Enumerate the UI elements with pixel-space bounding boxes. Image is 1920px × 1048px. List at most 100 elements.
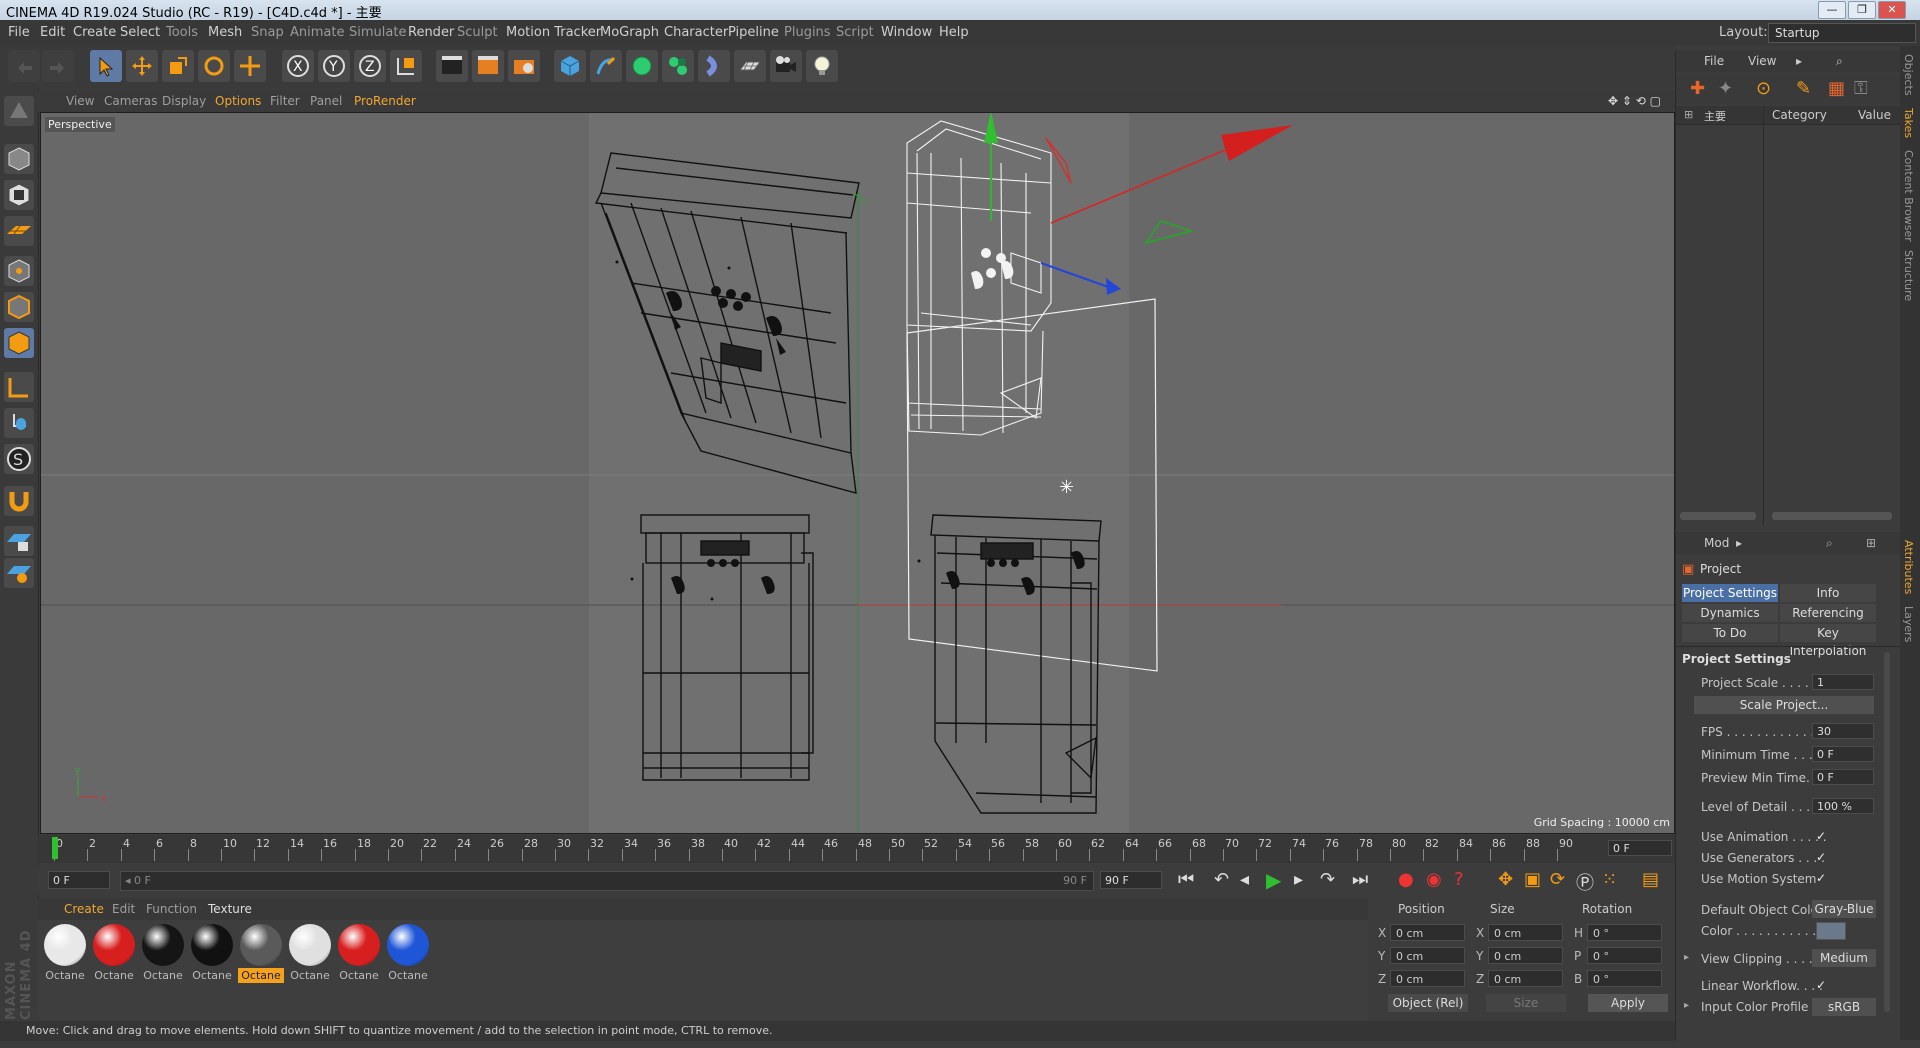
material-name[interactable]: Octane	[189, 968, 235, 983]
live-select-icon[interactable]	[90, 50, 122, 82]
take-clone-icon[interactable]: ✦	[1718, 78, 1733, 99]
take-add-icon[interactable]: ✚	[1690, 78, 1705, 99]
material-preview-sphere[interactable]	[338, 924, 380, 966]
floor-icon[interactable]	[734, 50, 766, 82]
preview-min-time-field[interactable]: 0 F	[1812, 769, 1874, 785]
material-preview-sphere[interactable]	[44, 924, 86, 966]
deformer-icon[interactable]	[698, 50, 730, 82]
tweak-mode-icon[interactable]	[4, 408, 34, 438]
position-y-field[interactable]: 0 cm	[1390, 947, 1465, 964]
goto-end-icon[interactable]: ⏭	[1352, 869, 1368, 890]
workplane-icon[interactable]	[4, 216, 34, 246]
size-x-field[interactable]: 0 cm	[1488, 924, 1563, 941]
viewport-menu-view[interactable]: View	[66, 94, 94, 108]
material-menu-edit[interactable]: Edit	[112, 902, 135, 916]
menu-mesh[interactable]: Mesh	[208, 25, 242, 40]
material-name[interactable]: Octane	[42, 968, 88, 983]
menu-character[interactable]: Character	[664, 25, 728, 40]
tab-dynamics[interactable]: Dynamics	[1682, 604, 1778, 622]
tab-to-do[interactable]: To Do	[1682, 624, 1778, 642]
axis-mode-icon[interactable]	[4, 372, 34, 402]
planar-workplane-icon[interactable]	[4, 558, 34, 588]
light-icon[interactable]	[806, 50, 838, 82]
tab-key-interpolation[interactable]: Key Interpolation	[1780, 624, 1876, 658]
viewport-perspective[interactable]: Perspective ✳ y x Grid Spacing: 10000 c…	[40, 112, 1675, 834]
material-preview-sphere[interactable]	[142, 924, 184, 966]
material-name[interactable]: Octane	[140, 968, 186, 983]
scale-project-button[interactable]: Scale Project...	[1694, 696, 1874, 714]
end-frame-field[interactable]: 90 F	[1100, 871, 1162, 889]
default-object-color-dropdown[interactable]: Gray-Blue	[1812, 900, 1876, 918]
input-color-profile-dropdown[interactable]: sRGB	[1812, 998, 1876, 1016]
material-item[interactable]: Octane	[140, 924, 186, 983]
menu-simulate[interactable]: Simulate	[349, 25, 406, 40]
preview-range-slider[interactable]: ◂ 0 F 90 F	[120, 871, 1094, 891]
side-tab-content-browser[interactable]: Content Browser	[1902, 150, 1915, 242]
undo-icon[interactable]	[8, 50, 40, 82]
viewport-menu-filter[interactable]: Filter	[270, 94, 300, 108]
fps-field[interactable]: 30	[1812, 723, 1874, 739]
side-tab-takes[interactable]: Takes	[1902, 108, 1915, 138]
viewport-menu-options[interactable]: Options	[215, 94, 261, 108]
start-frame-field[interactable]: 0 F	[48, 871, 110, 889]
menu-script[interactable]: Script	[836, 25, 874, 40]
material-preview-sphere[interactable]	[387, 924, 429, 966]
menu-create[interactable]: Create	[73, 25, 116, 40]
menu-mograph[interactable]: MoGraph	[600, 25, 659, 40]
rotate-icon[interactable]	[198, 50, 230, 82]
expand-icon[interactable]: ⊞	[1684, 108, 1693, 121]
viewport-menu-display[interactable]: Display	[162, 94, 206, 108]
edges-mode-icon[interactable]	[4, 292, 34, 322]
view-clipping-dropdown[interactable]: Medium	[1812, 949, 1876, 967]
current-frame-field[interactable]: 0 F	[1608, 840, 1672, 856]
material-name[interactable]: Octane	[385, 968, 431, 983]
menu-sculpt[interactable]: Sculpt	[457, 25, 498, 40]
y-axis-icon[interactable]: Y	[318, 50, 350, 82]
key-pla-icon[interactable]: ⁙	[1602, 869, 1617, 890]
menu-render[interactable]: Render	[408, 25, 454, 40]
attribute-mode-menu[interactable]: Mod	[1704, 536, 1729, 550]
material-item[interactable]: Octane	[189, 924, 235, 983]
goto-next-key-icon[interactable]: ↷	[1320, 869, 1335, 890]
attribute-arrow-icon[interactable]: ▸	[1736, 536, 1742, 550]
material-name[interactable]: Octane	[91, 968, 137, 983]
main-take-item[interactable]: 主要	[1704, 108, 1726, 124]
material-menu-texture[interactable]: Texture	[208, 902, 252, 916]
size-y-field[interactable]: 0 cm	[1488, 947, 1563, 964]
play-icon[interactable]: ▶	[1266, 868, 1281, 892]
layout-dropdown[interactable]: Startup	[1768, 23, 1916, 43]
material-item[interactable]: Octane	[91, 924, 137, 983]
timeline-ruler[interactable]: 0 2 4 6 8 10 12 14 16 18 20 22 24 26 28 30 32 34 36 38 40 42 4…	[38, 835, 1675, 863]
menu-motion-tracker[interactable]: Motion Tracker	[506, 25, 601, 40]
goto-start-icon[interactable]: ⏮	[1178, 869, 1194, 890]
menu-edit[interactable]: Edit	[40, 25, 65, 40]
points-mode-icon[interactable]	[4, 256, 34, 286]
attribute-search-icon[interactable]: ⌕	[1826, 536, 1833, 551]
side-tab-objects[interactable]: Objects	[1902, 54, 1915, 96]
menu-tools[interactable]: Tools	[166, 25, 198, 40]
magnet-icon[interactable]	[4, 486, 34, 516]
viewport-menu-cameras[interactable]: Cameras	[104, 94, 157, 108]
side-tab-layers[interactable]: Layers	[1902, 606, 1915, 642]
use-motion-system-checkbox[interactable]: ✓	[1816, 871, 1826, 885]
object-menu-view[interactable]: View	[1748, 54, 1776, 68]
key-position-icon[interactable]: ✥	[1498, 869, 1513, 890]
autokey-icon[interactable]: ◉	[1426, 869, 1442, 890]
coordinate-mode-dropdown[interactable]: Object (Rel)	[1388, 994, 1468, 1012]
rotation-p-field[interactable]: 0 °	[1587, 947, 1662, 964]
keyframe-selection-icon[interactable]: ?	[1454, 869, 1464, 890]
render-view-icon[interactable]	[436, 50, 468, 82]
material-preview-sphere[interactable]	[289, 924, 331, 966]
object-search-icon[interactable]: ⌕	[1836, 54, 1843, 69]
attribute-scrollbar[interactable]	[1884, 652, 1890, 1012]
material-menu-function[interactable]: Function	[146, 902, 197, 916]
menu-window[interactable]: Window	[881, 25, 932, 40]
menu-plugins[interactable]: Plugins	[784, 25, 831, 40]
right-scrollbar[interactable]	[1772, 512, 1892, 520]
use-animation-checkbox[interactable]: ✓	[1816, 829, 1826, 843]
menu-pipeline[interactable]: Pipeline	[728, 25, 779, 40]
input-profile-expand-icon[interactable]: ▸	[1684, 1000, 1689, 1011]
cloner-icon[interactable]	[662, 50, 694, 82]
material-name[interactable]: Octane	[336, 968, 382, 983]
viewport-menu-prorender[interactable]: ProRender	[354, 94, 416, 108]
